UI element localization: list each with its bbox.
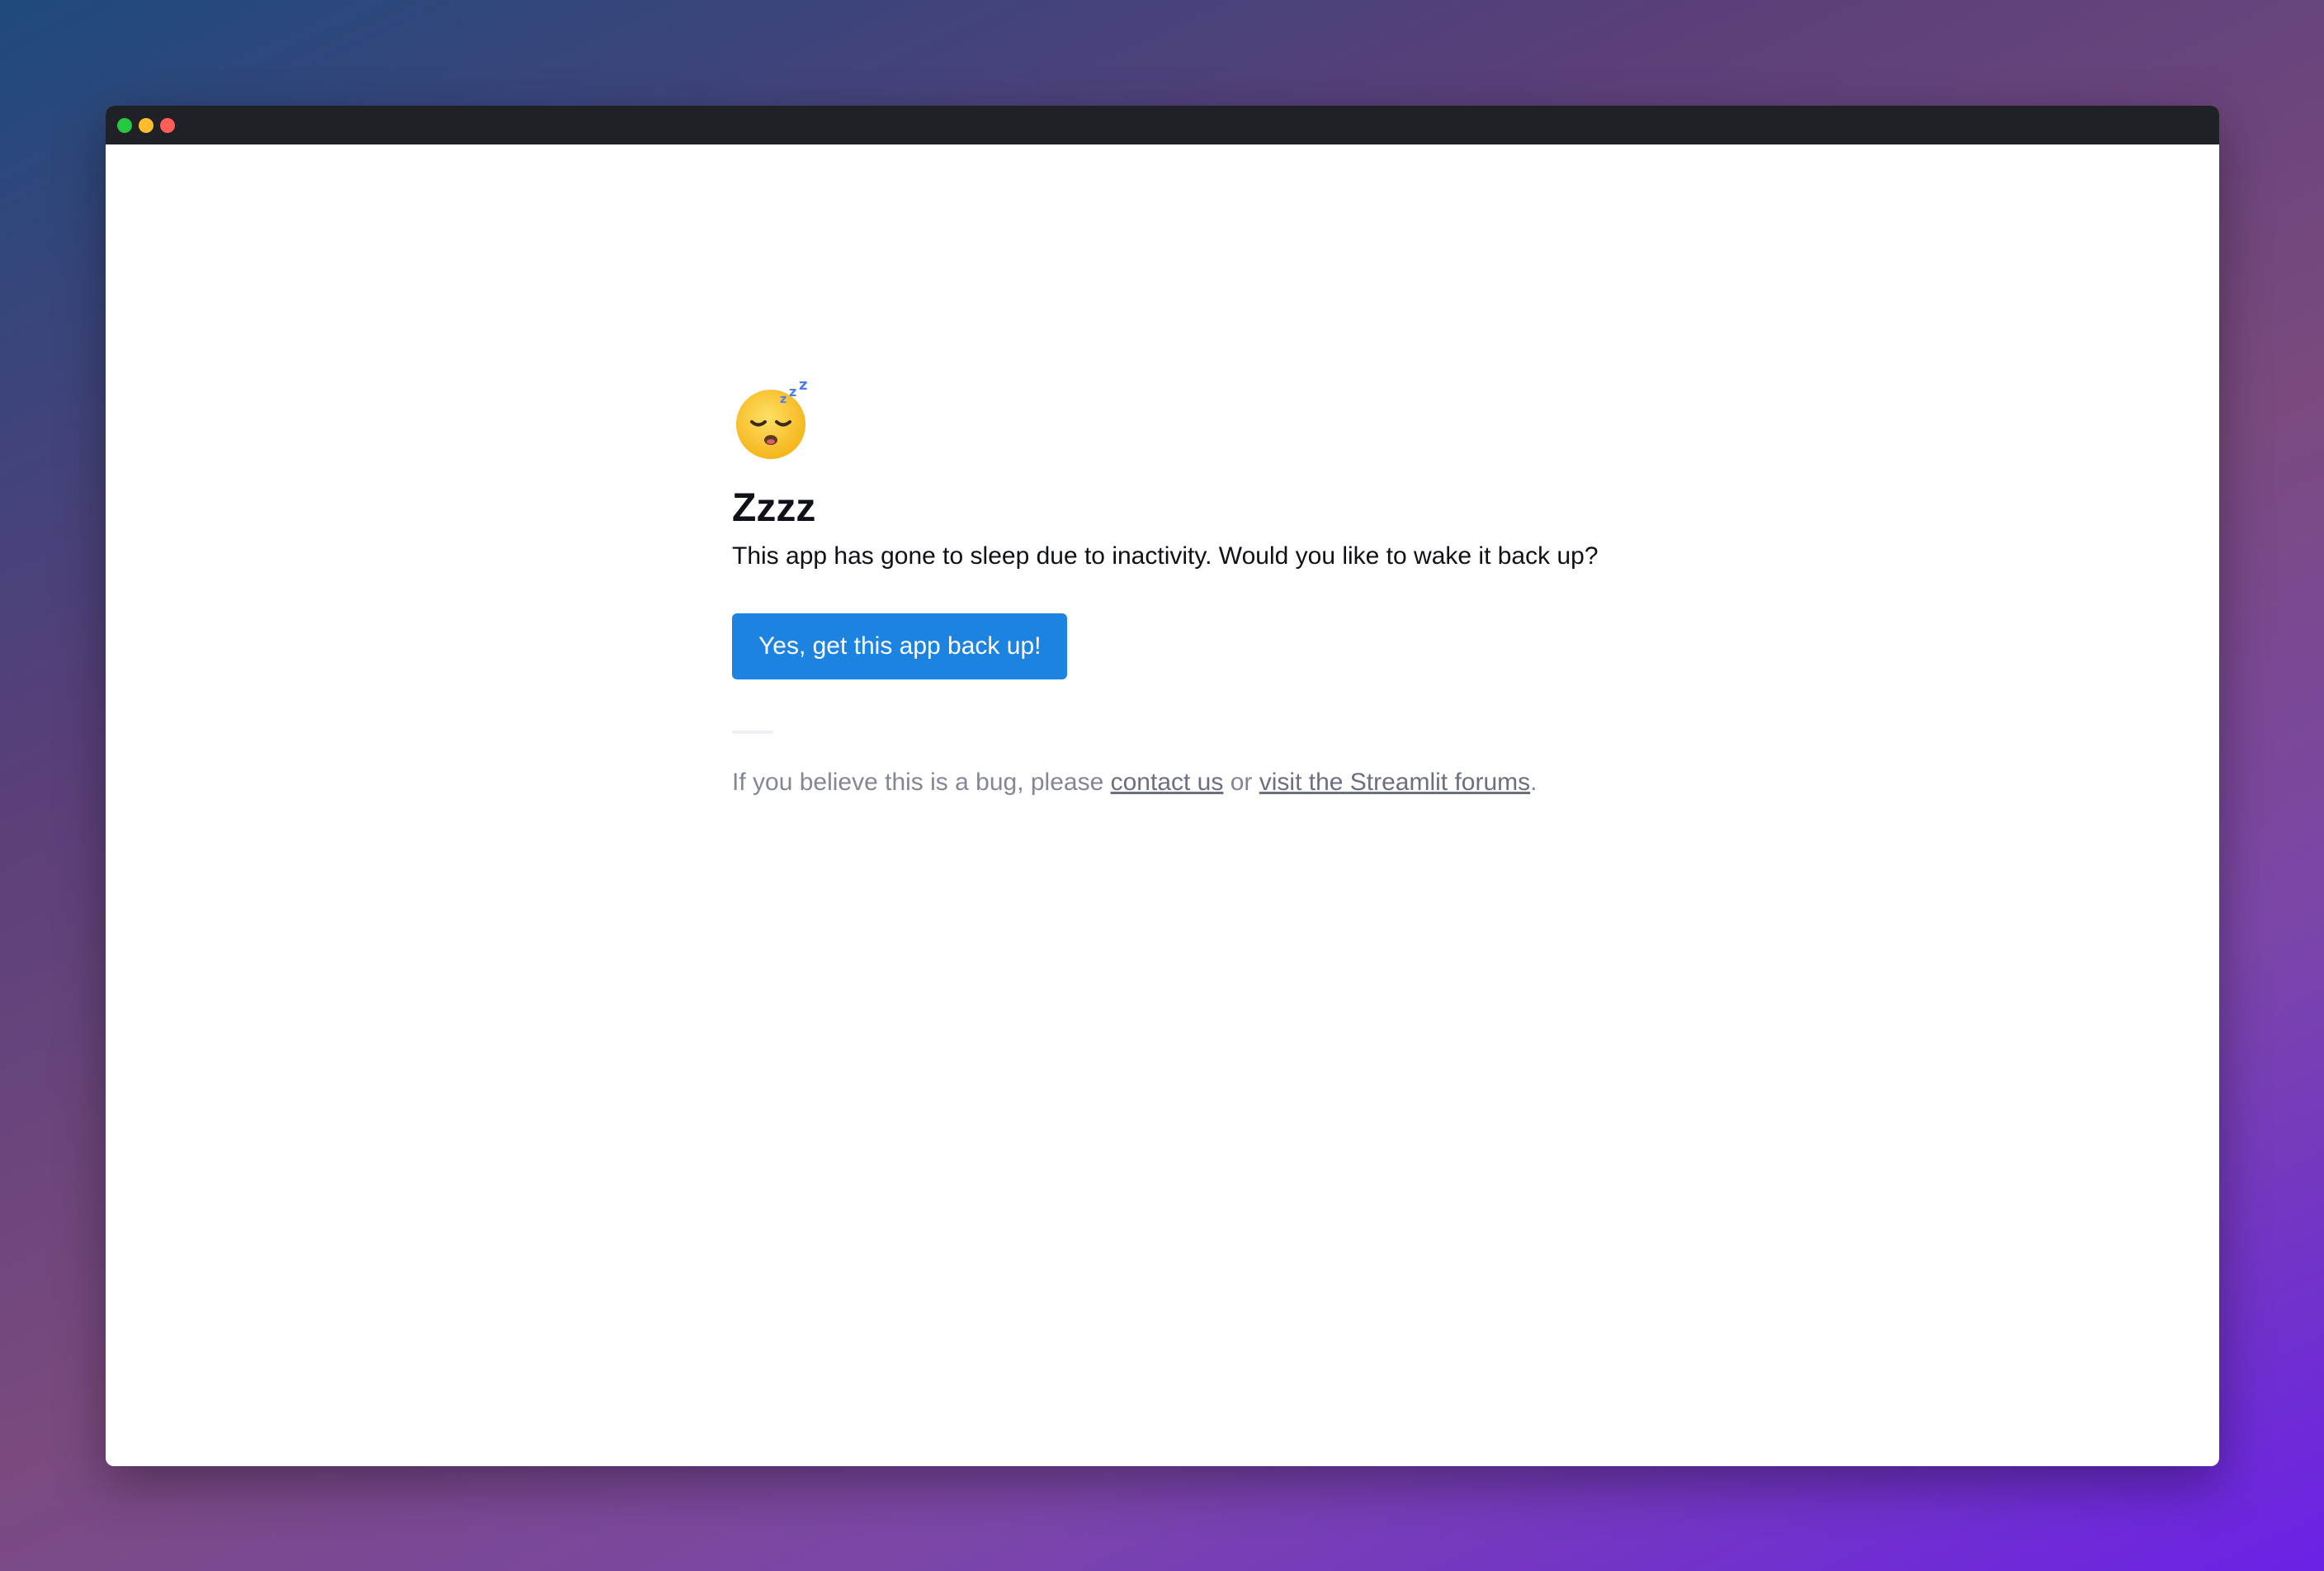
footer-middle: or <box>1223 768 1259 796</box>
page-title: Zzzz <box>732 486 816 530</box>
svg-text:z: z <box>799 378 807 394</box>
bug-report-note: If you believe this is a bug, please con… <box>732 765 1722 800</box>
svg-text:z: z <box>780 393 786 406</box>
sleeping-face-icon: z z z <box>732 376 815 461</box>
window-minimize-button[interactable] <box>139 118 154 133</box>
divider <box>732 730 773 734</box>
window-close-button[interactable] <box>160 118 175 133</box>
browser-window: z z z Zzzz This app has gone to sleep du… <box>106 106 2219 1466</box>
contact-us-link[interactable]: contact us <box>1111 769 1224 796</box>
window-maximize-button[interactable] <box>117 118 132 133</box>
wake-app-button[interactable]: Yes, get this app back up! <box>732 613 1068 679</box>
footer-suffix: . <box>1530 768 1538 796</box>
svg-text:z: z <box>789 384 796 400</box>
sleep-notice: z z z Zzzz This app has gone to sleep du… <box>732 376 1722 800</box>
footer-prefix: If you believe this is a bug, please <box>732 768 1111 796</box>
window-titlebar <box>106 106 2219 144</box>
sleep-message: This app has gone to sleep due to inacti… <box>732 542 1599 570</box>
streamlit-forums-link[interactable]: visit the Streamlit forums <box>1259 769 1530 796</box>
